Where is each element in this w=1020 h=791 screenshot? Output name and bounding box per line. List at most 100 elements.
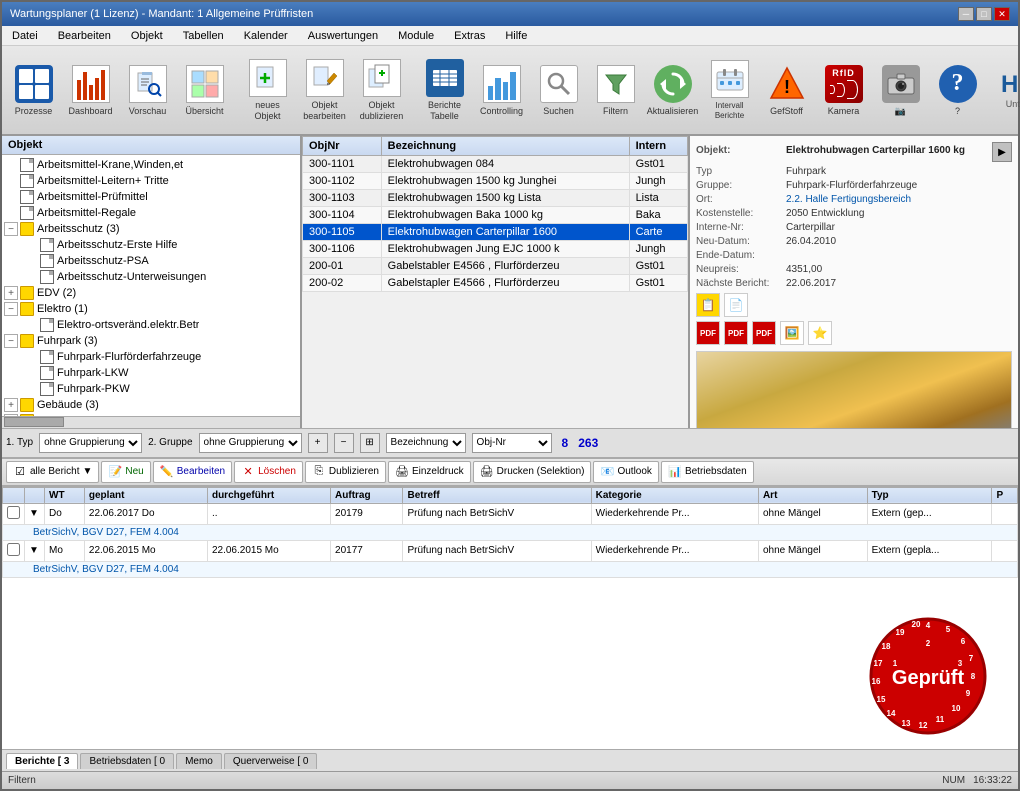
table-row-selected[interactable]: 300-1105 Elektrohubwagen Carterpillar 16… <box>303 224 688 241</box>
aktualisieren-button[interactable]: Aktualisieren <box>645 50 700 130</box>
tree-item-pkw[interactable]: Fuhrpark-PKW <box>4 381 298 397</box>
camera-button[interactable]: 📷 <box>873 50 928 130</box>
tree-item-lkw[interactable]: Fuhrpark-LKW <box>4 365 298 381</box>
record-row[interactable]: ▼ Do 22.06.2017 Do .. 20179 Prüfung nach… <box>3 503 1018 524</box>
bearbeiten-button[interactable]: ✏️ Bearbeiten <box>153 461 232 483</box>
menu-bearbeiten[interactable]: Bearbeiten <box>52 28 117 44</box>
detail-expand-button[interactable]: ▶ <box>992 142 1012 162</box>
splitter-select-2[interactable]: ohne Gruppierung <box>199 433 302 453</box>
tree-item-edv[interactable]: + EDV (2) <box>4 285 298 301</box>
tree-expand[interactable]: + <box>4 286 18 300</box>
tree-item-unterweisungen[interactable]: Arbeitsschutz-Unterweisungen <box>4 269 298 285</box>
uebersicht-button[interactable]: Übersicht <box>177 50 232 130</box>
detail-icon-img[interactable]: 🖼️ <box>780 321 804 345</box>
table-row[interactable]: 300-1103 Elektrohubwagen 1500 kg Lista L… <box>303 190 688 207</box>
tree-item-regale[interactable]: Arbeitsmittel-Regale <box>4 205 298 221</box>
tree-expand[interactable]: + <box>4 398 18 412</box>
tab-memo[interactable]: Memo <box>176 753 222 769</box>
table-row[interactable]: 300-1102 Elektrohubwagen 1500 kg Junghei… <box>303 173 688 190</box>
tab-berichte[interactable]: Berichte [ 3 <box>6 753 78 769</box>
detail-pdf-icon-1[interactable]: PDF <box>696 321 720 345</box>
berichte-tabelle-button[interactable]: Berichte Tabelle <box>417 50 472 130</box>
intervall-berichte-button[interactable]: Intervall Berichte <box>702 50 757 130</box>
suchen-button[interactable]: Suchen <box>531 50 586 130</box>
tree-item-arbeitsschutz[interactable]: − Arbeitsschutz (3) <box>4 221 298 237</box>
tree-item-elektro[interactable]: − Elektro (1) <box>4 301 298 317</box>
menu-kalender[interactable]: Kalender <box>238 28 294 44</box>
menu-module[interactable]: Module <box>392 28 440 44</box>
detail-pdf-icon-3[interactable]: PDF <box>752 321 776 345</box>
gefstoff-button[interactable]: ! GefStoff <box>759 50 814 130</box>
drucken-selektion-button[interactable]: 🖨 Drucken (Selektion) <box>473 461 592 483</box>
tree-expand[interactable]: − <box>4 222 18 236</box>
help-button[interactable]: ? ? <box>930 50 985 130</box>
menu-hilfe[interactable]: Hilfe <box>499 28 533 44</box>
objekt-bearbeiten-button[interactable]: Objekt bearbeiten <box>297 50 352 130</box>
row-checkbox[interactable] <box>7 506 20 519</box>
row-checkbox[interactable] <box>7 543 20 556</box>
tree-item-gebaeude[interactable]: + Gebäude (3) <box>4 397 298 413</box>
detail-image <box>696 351 1012 428</box>
outlook-icon: 📧 <box>600 465 614 479</box>
vorschau-button[interactable]: Vorschau <box>120 50 175 130</box>
maximize-button[interactable]: □ <box>976 7 992 21</box>
objekt-duplizieren-button[interactable]: Objekt dublizieren <box>354 50 409 130</box>
print-icon: 🖨 <box>395 465 409 479</box>
dashboard-button[interactable]: Dashboard <box>63 50 118 130</box>
menu-tabellen[interactable]: Tabellen <box>177 28 230 44</box>
tree-item-erste-hilfe[interactable]: Arbeitsschutz-Erste Hilfe <box>4 237 298 253</box>
tree-item-pruefmittel[interactable]: Arbeitsmittel-Prüfmittel <box>4 189 298 205</box>
tab-querverweise[interactable]: Querverweise [ 0 <box>224 753 318 769</box>
close-button[interactable]: ✕ <box>994 7 1010 21</box>
menu-auswertungen[interactable]: Auswertungen <box>302 28 384 44</box>
new-icon: 📝 <box>108 465 122 479</box>
betriebsdaten-button[interactable]: 📊 Betriebsdaten <box>661 461 754 483</box>
detail-small-icon-1[interactable]: 📋 <box>696 293 720 317</box>
controlling-button[interactable]: Controlling <box>474 50 529 130</box>
prozesse-button[interactable]: Prozesse <box>6 50 61 130</box>
table-row[interactable]: 200-01 Gabelstabler E4566 , Flurförderze… <box>303 258 688 275</box>
splitter-plus[interactable]: + <box>308 433 328 453</box>
filtern-button[interactable]: Filtern <box>588 50 643 130</box>
splitter-select-obj-nr[interactable]: Obj-Nr <box>472 433 552 453</box>
splitter-select-1[interactable]: ohne Gruppierung <box>39 433 142 453</box>
splitter-grid[interactable]: ⊞ <box>360 433 380 453</box>
splitter-minus[interactable]: − <box>334 433 354 453</box>
tree-item-psa[interactable]: Arbeitsschutz-PSA <box>4 253 298 269</box>
tree-expand[interactable]: − <box>4 302 18 316</box>
menu-datei[interactable]: Datei <box>6 28 44 44</box>
record-row[interactable]: ▼ Mo 22.06.2015 Mo 22.06.2015 Mo 20177 P… <box>3 540 1018 561</box>
table-row[interactable]: 300-1101 Elektrohubwagen 084 Gst01 <box>303 156 688 173</box>
dashboard-label: Dashboard <box>68 106 112 117</box>
minimize-button[interactable]: ─ <box>958 7 974 21</box>
neu-button[interactable]: 📝 Neu <box>101 461 150 483</box>
menu-extras[interactable]: Extras <box>448 28 491 44</box>
detail-icon-star[interactable]: ⭐ <box>808 321 832 345</box>
row-expand[interactable]: ▼ <box>29 545 39 556</box>
dublizieren-button[interactable]: ⎘ Dublizieren <box>305 461 386 483</box>
tree-item-leitern[interactable]: Arbeitsmittel-Leitern+ Tritte <box>4 173 298 189</box>
table-row[interactable]: 200-02 Gabelstapler E4566 , Flurförderze… <box>303 275 688 292</box>
tree-item-elektro-orts[interactable]: Elektro-ortsveränd.elektr.Betr <box>4 317 298 333</box>
table-row[interactable]: 300-1106 Elektrohubwagen Jung EJC 1000 k… <box>303 241 688 258</box>
splitter-select-bezeichnung[interactable]: Bezeichnung <box>386 433 466 453</box>
detail-pdf-icon-2[interactable]: PDF <box>724 321 748 345</box>
tree-scrollbar[interactable] <box>2 416 300 428</box>
tree-expand[interactable]: − <box>4 334 18 348</box>
einzeldruck-button[interactable]: 🖨 Einzeldruck <box>388 461 471 483</box>
object-tree-panel: Objekt Arbeitsmittel-Krane,Winden,et Arb… <box>2 136 302 428</box>
tree-label: Arbeitsmittel-Prüfmittel <box>37 191 148 203</box>
tree-item-flurfoerder[interactable]: Fuhrpark-Flurförderfahrzeuge <box>4 349 298 365</box>
tab-betriebsdaten[interactable]: Betriebsdaten [ 0 <box>80 753 174 769</box>
tree-item-krane[interactable]: Arbeitsmittel-Krane,Winden,et <box>4 157 298 173</box>
neues-objekt-button[interactable]: neues Objekt <box>240 50 295 130</box>
table-row[interactable]: 300-1104 Elektrohubwagen Baka 1000 kg Ba… <box>303 207 688 224</box>
loeschen-button[interactable]: ✕ Löschen <box>234 461 303 483</box>
rfid-button[interactable]: RfID Kamera <box>816 50 871 130</box>
outlook-button[interactable]: 📧 Outlook <box>593 461 658 483</box>
detail-small-icon-2[interactable]: 📄 <box>724 293 748 317</box>
menu-objekt[interactable]: Objekt <box>125 28 169 44</box>
alle-berichte-button[interactable]: ☑ alle Bericht ▼ <box>6 461 99 483</box>
row-expand[interactable]: ▼ <box>29 508 39 519</box>
tree-item-fuhrpark[interactable]: − Fuhrpark (3) <box>4 333 298 349</box>
